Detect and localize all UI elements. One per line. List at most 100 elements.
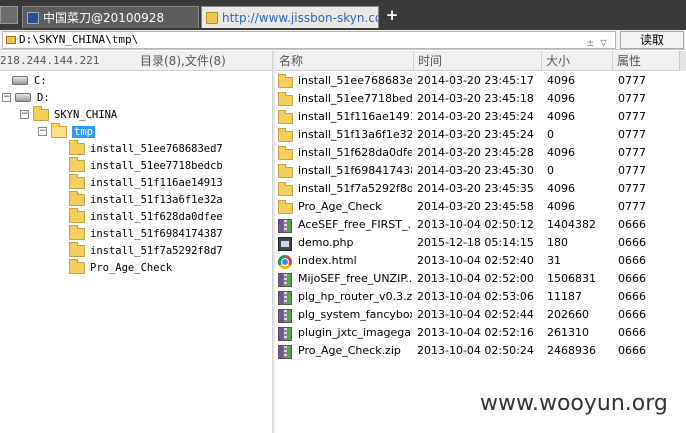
tree-item-label: install_51ee7718bedcb (90, 159, 223, 172)
file-size: 4096 (547, 110, 575, 123)
column-size[interactable]: 大小 (541, 51, 612, 71)
read-button[interactable]: 读取 (620, 31, 684, 49)
file-name: install_51f116ae14913 (298, 110, 412, 123)
collapse-toggle[interactable]: − (20, 110, 29, 119)
file-row[interactable]: plugin_jxtc_imagegalle... 2013-10-04 02:5… (275, 324, 679, 342)
tree-item[interactable]: install_51f7a5292f8d7 (56, 241, 223, 259)
file-row[interactable]: install_51f13a6f1e32a 2014-03-20 23:45:24… (275, 126, 679, 144)
tree-item-label: install_51f116ae14913 (90, 176, 223, 189)
file-name: install_51f7a5292f8d7 (298, 182, 412, 195)
new-tab-button[interactable]: + (385, 6, 399, 24)
file-size: 1506831 (547, 272, 596, 285)
file-attr: 0777 (618, 182, 646, 195)
tree-item-label: install_51f13a6f1e32a (90, 193, 223, 206)
collapse-toggle[interactable]: − (38, 127, 47, 136)
file-row[interactable]: install_51f7a5292f8d7 2014-03-20 23:45:35… (275, 180, 679, 198)
file-size: 0 (547, 128, 554, 141)
file-size: 202660 (547, 308, 589, 321)
file-list-header: 名称 时间 大小 属性 (275, 51, 686, 71)
file-time: 2014-03-20 23:45:18 (417, 92, 534, 105)
file-size: 0 (547, 164, 554, 177)
directory-tree-panel: 218.244.144.221 目录(8),文件(8) C: − D: − SKYN_C… (0, 51, 272, 433)
folder-icon (278, 74, 293, 88)
file-row[interactable]: install_51f628da0dfee 2014-03-20 23:45:28… (275, 144, 679, 162)
folder-icon (278, 146, 293, 160)
scrollbar[interactable] (679, 51, 686, 71)
file-row[interactable]: Pro_Age_Check.zip 2013-10-04 02:50:24 2468… (275, 342, 679, 360)
file-attr: 0777 (618, 200, 646, 213)
file-size: 180 (547, 236, 568, 249)
file-row[interactable]: plg_system_fancybox_... 2013-10-04 02:52:… (275, 306, 679, 324)
path-dropdown-icon[interactable]: ± ▽ (587, 35, 607, 51)
file-name: index.html (298, 254, 357, 267)
file-time: 2014-03-20 23:45:17 (417, 74, 534, 87)
file-attr: 0666 (618, 290, 646, 303)
file-row[interactable]: MijoSEF_free_UNZIP.... 2013-10-04 02:52:0… (275, 270, 679, 288)
tree-item[interactable]: − tmp (38, 122, 95, 140)
tree-item[interactable]: install_51f628da0dfee (56, 207, 223, 225)
folder-icon (278, 182, 293, 196)
tree-item-label: install_51f628da0dfee (90, 210, 223, 223)
file-row[interactable]: AceSEF_free_FIRST_... 2013-10-04 02:50:12… (275, 216, 679, 234)
tree-item-label: SKYN_CHINA (54, 108, 118, 121)
tree-item-label: install_51ee768683ed7 (90, 142, 223, 155)
file-row[interactable]: install_51f6984174387 2014-03-20 23:45:30… (275, 162, 679, 180)
file-size: 4096 (547, 74, 575, 87)
file-size: 4096 (547, 182, 575, 195)
file-size: 2468936 (547, 344, 596, 357)
file-name: plugin_jxtc_imagegalle... (298, 326, 412, 339)
tab-label: 中国菜刀@20100928 (43, 11, 165, 25)
file-row[interactable]: index.html 2013-10-04 02:52:40 31 0666 (275, 252, 679, 270)
column-attr[interactable]: 属性 (612, 51, 679, 71)
tree-item[interactable]: − SKYN_CHINA (20, 105, 118, 123)
file-size: 31 (547, 254, 561, 267)
folder-icon (278, 128, 293, 142)
file-name: install_51f6984174387 (298, 164, 412, 177)
tree-item[interactable]: − D: (2, 89, 50, 106)
file-row[interactable]: Pro_Age_Check 2014-03-20 23:45:58 4096 0777 (275, 198, 679, 216)
folder-icon (69, 139, 85, 155)
tree-item[interactable]: install_51ee768683ed7 (56, 139, 223, 157)
collapse-toggle[interactable]: − (2, 93, 11, 102)
tree-item[interactable]: install_51f6984174387 (56, 224, 223, 242)
tree-item[interactable]: install_51f13a6f1e32a (56, 190, 223, 208)
file-attr: 0777 (618, 146, 646, 159)
file-row[interactable]: plg_hp_router_v0.3.zip 2013-10-04 02:53:0… (275, 288, 679, 306)
zip-icon (278, 219, 292, 233)
file-name: AceSEF_free_FIRST_... (298, 218, 412, 231)
column-name[interactable]: 名称 (275, 51, 413, 71)
file-name: Pro_Age_Check (298, 200, 382, 213)
file-row[interactable]: install_51ee768683ed7 2014-03-20 23:45:17… (275, 72, 679, 90)
tree-item[interactable]: install_51f116ae14913 (56, 173, 223, 191)
file-name: Pro_Age_Check.zip (298, 344, 401, 357)
file-name: install_51ee7718bedcb (298, 92, 412, 105)
file-name: install_51f628da0dfee (298, 146, 412, 159)
tab-bar: 中国菜刀@20100928 http://www.jissbon-skyn.co… (0, 0, 686, 30)
file-attr: 0666 (618, 254, 646, 267)
file-attr: 0666 (618, 326, 646, 339)
file-row[interactable]: install_51f116ae14913 2014-03-20 23:45:24… (275, 108, 679, 126)
folder-icon (51, 122, 67, 138)
tree-item[interactable]: C: (12, 72, 47, 89)
file-attr: 0777 (618, 92, 646, 105)
folder-icon (278, 110, 293, 124)
zip-icon (278, 309, 292, 323)
folder-icon (278, 200, 293, 214)
tree-item[interactable]: install_51ee7718bedcb (56, 156, 223, 174)
file-list-panel: 名称 时间 大小 属性 install_51ee768683ed7 2014-03… (275, 51, 686, 433)
path-input[interactable]: D:\SKYN_CHINA\tmp\ ± ▽ (2, 31, 616, 49)
tab-file-manager[interactable]: http://www.jissbon-skyn.com... (201, 6, 379, 28)
tab-main[interactable]: 中国菜刀@20100928 (22, 6, 199, 28)
drive-icon (15, 93, 31, 102)
file-row[interactable]: demo.php 2015-12-18 05:14:15 180 0666 (275, 234, 679, 252)
file-attr: 0777 (618, 164, 646, 177)
file-time: 2014-03-20 23:45:24 (417, 110, 534, 123)
tree-item-label: D: (37, 91, 50, 104)
menu-button[interactable] (0, 6, 18, 24)
tree-item[interactable]: Pro_Age_Check (56, 258, 173, 276)
tree-item-label: Pro_Age_Check (90, 261, 173, 274)
file-row[interactable]: install_51ee7718bedcb 2014-03-20 23:45:18… (275, 90, 679, 108)
watermark: www.wooyun.org (480, 391, 668, 416)
tree-header: 218.244.144.221 目录(8),文件(8) (0, 51, 272, 71)
column-time[interactable]: 时间 (413, 51, 541, 71)
